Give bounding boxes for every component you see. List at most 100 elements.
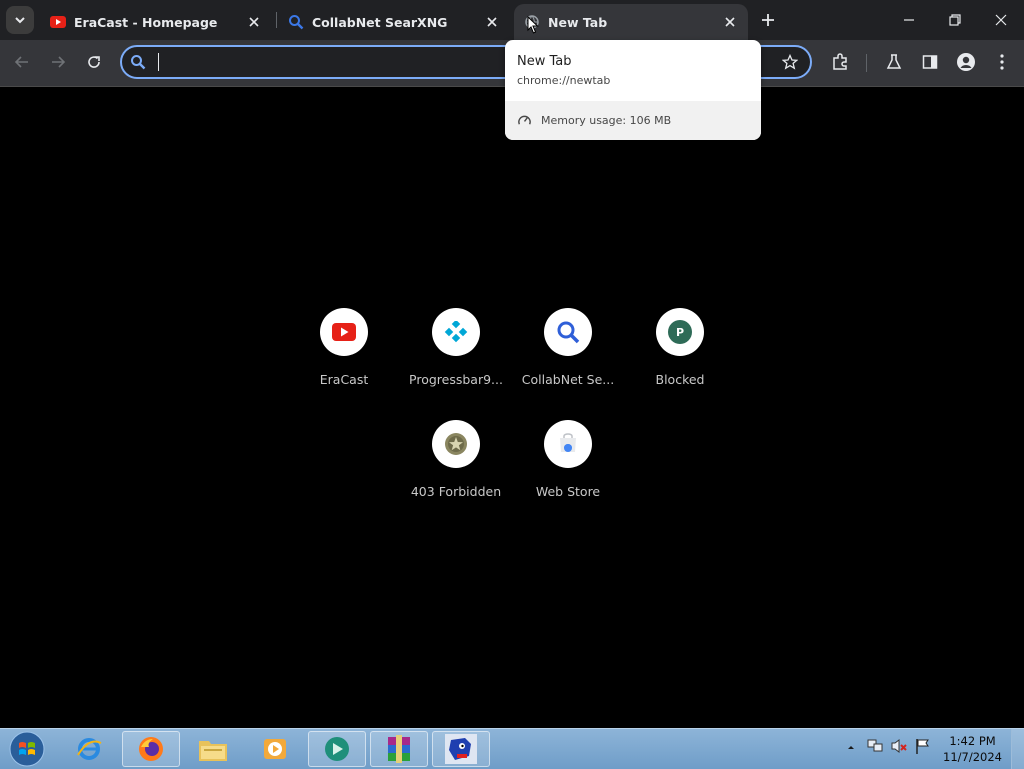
search-icon [288, 14, 304, 30]
media-player-icon [264, 739, 286, 759]
tab-title: New Tab [548, 14, 608, 30]
taskbar-app-sonic[interactable] [432, 731, 490, 767]
shortcut-label: Web Store [535, 484, 601, 499]
progressbar-icon [444, 321, 468, 343]
flag-icon [916, 739, 929, 754]
shortcut-label: EraCast [319, 372, 369, 387]
arrow-right-icon [52, 56, 66, 68]
shortcut-tile[interactable]: Web Store [512, 420, 624, 520]
plus-icon [762, 14, 774, 26]
forward-button[interactable] [44, 48, 72, 76]
taskbar-clock[interactable]: 1:42 PM 11/7/2024 [943, 733, 1002, 765]
close-icon[interactable] [722, 14, 738, 30]
close-window-button[interactable] [978, 0, 1024, 40]
volume-muted-icon [891, 739, 907, 753]
file-explorer-icon [199, 741, 227, 761]
menu-button[interactable] [988, 48, 1016, 76]
tab-collabnet[interactable]: CollabNet SearXNG [278, 4, 510, 40]
taskbar-app-file-explorer[interactable] [184, 731, 242, 767]
shortcut-tile[interactable]: Progressbar9... [400, 308, 512, 408]
clock-time: 1:42 PM [949, 734, 996, 748]
search-icon [131, 55, 146, 70]
minimize-button[interactable] [886, 0, 932, 40]
chevron-down-icon [15, 17, 25, 24]
tab-strip: EraCast - Homepage CollabNet SearXNG New… [0, 0, 1024, 40]
start-button[interactable] [4, 730, 50, 768]
shortcut-tile[interactable]: P Blocked [624, 308, 736, 408]
minimize-icon [904, 19, 914, 21]
shortcut-icon-circle [432, 308, 480, 356]
reload-button[interactable] [80, 48, 108, 76]
windows-logo-icon [9, 731, 45, 767]
star-icon[interactable] [782, 54, 798, 70]
taskbar-app-remote-desktop[interactable] [308, 731, 366, 767]
more-vert-icon [1000, 54, 1004, 70]
volume-tray-icon[interactable] [890, 737, 908, 759]
arrow-left-icon [14, 56, 28, 68]
close-icon [995, 14, 1007, 26]
svg-text:P: P [676, 326, 684, 339]
windows-taskbar: 1:42 PM 11/7/2024 [0, 728, 1024, 769]
letter-p-icon: P [668, 320, 692, 344]
close-icon[interactable] [484, 14, 500, 30]
shortcut-icon-circle [320, 308, 368, 356]
side-panel-button[interactable] [916, 48, 944, 76]
profile-button[interactable] [952, 48, 980, 76]
extensions-button[interactable] [826, 48, 854, 76]
hover-card-title: New Tab [517, 54, 572, 69]
taskbar-app-media-player[interactable] [246, 731, 304, 767]
sonic-icon [445, 734, 477, 764]
taskbar-app-internet-explorer[interactable] [60, 731, 118, 767]
close-icon[interactable] [246, 14, 262, 30]
shortcut-icon-circle: P [656, 308, 704, 356]
winrar-icon [388, 735, 410, 763]
shortcut-label: 403 Forbidden [410, 484, 502, 499]
network-tray-icon[interactable] [866, 737, 884, 759]
taskbar-app-winrar[interactable] [370, 731, 428, 767]
taskbar-app-firefox[interactable] [122, 731, 180, 767]
show-hidden-icons-button[interactable] [846, 737, 856, 761]
memory-usage-text: Memory usage: 106 MB [541, 114, 672, 127]
shortcut-icon-circle [432, 420, 480, 468]
youtube-icon [332, 323, 356, 341]
star-badge-icon [445, 433, 467, 455]
tab-divider [276, 12, 277, 28]
shortcut-tile[interactable]: CollabNet Se... [512, 308, 624, 408]
tab-search-button[interactable] [6, 6, 34, 34]
shortcut-icon-circle [544, 420, 592, 468]
internet-explorer-icon [77, 738, 102, 760]
labs-button[interactable] [880, 48, 908, 76]
mouse-pointer-icon [527, 16, 539, 34]
network-icon [867, 739, 883, 752]
flask-icon [886, 54, 902, 69]
restore-button[interactable] [932, 0, 978, 40]
firefox-icon [139, 737, 163, 761]
action-center-tray-icon[interactable] [914, 737, 932, 759]
side-panel-icon [922, 55, 938, 69]
show-desktop-button[interactable] [1011, 729, 1024, 769]
shortcut-tile[interactable]: 403 Forbidden [400, 420, 512, 520]
tab-new-tab[interactable]: New Tab [514, 4, 748, 40]
shortcut-tile[interactable]: EraCast [288, 308, 400, 408]
shortcut-label: CollabNet Se... [521, 372, 615, 387]
tab-title: EraCast - Homepage [74, 14, 218, 30]
clock-date: 11/7/2024 [943, 750, 1002, 764]
remote-desktop-icon [325, 737, 349, 761]
shortcut-icon-circle [544, 308, 592, 356]
web-store-icon [560, 433, 576, 452]
toolbar-divider [866, 54, 867, 72]
tab-title: CollabNet SearXNG [312, 14, 448, 30]
tab-eracast[interactable]: EraCast - Homepage [40, 4, 272, 40]
new-tab-button[interactable] [756, 8, 780, 32]
avatar-icon [957, 53, 975, 71]
gauge-icon [518, 115, 531, 125]
youtube-icon [50, 14, 66, 30]
tab-hover-card: New Tab chrome://newtab Memory usage: 10… [505, 40, 761, 140]
back-button[interactable] [8, 48, 36, 76]
shortcut-label: Blocked [655, 372, 705, 387]
search-icon [557, 321, 580, 344]
text-caret [158, 53, 159, 71]
chevron-up-icon [848, 746, 854, 749]
puzzle-icon [833, 53, 847, 70]
hover-card-url: chrome://newtab [517, 74, 611, 87]
